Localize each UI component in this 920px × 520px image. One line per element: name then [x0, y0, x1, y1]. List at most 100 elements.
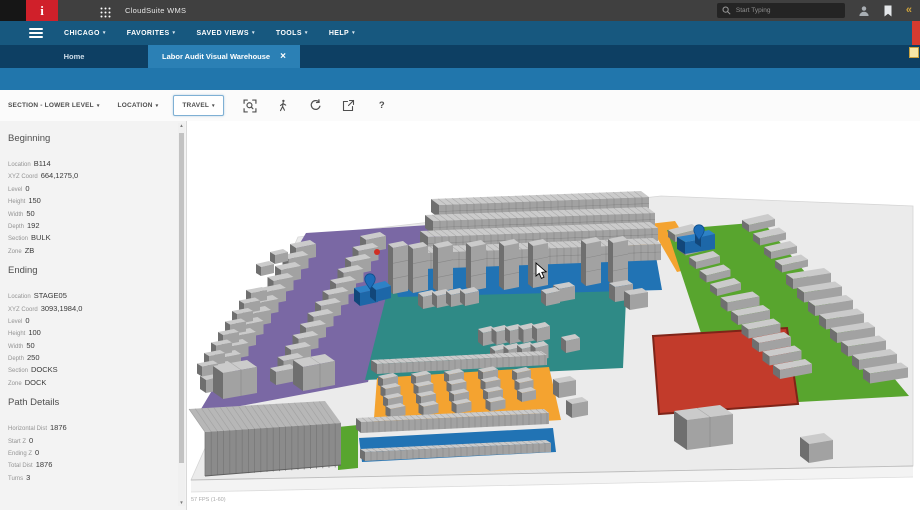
menu-label: FAVORITES: [126, 29, 170, 37]
field-label: Ending Z: [8, 451, 33, 458]
dropdown-label: SECTION - LOWER LEVEL: [8, 102, 94, 109]
field-row: Start Z0: [8, 433, 174, 445]
hamburger-menu-icon[interactable]: [29, 27, 43, 39]
warehouse-3d-viewport[interactable]: 57 FPS (1-60): [187, 121, 920, 515]
help-icon[interactable]: [375, 99, 389, 113]
scroll-down-icon[interactable]: [178, 501, 185, 506]
chevron-down-icon: [305, 30, 308, 36]
tab-labor-audit-visual-warehouse[interactable]: Labor Audit Visual Warehouse: [148, 45, 300, 68]
field-value: 1876: [50, 423, 67, 433]
path-details-panel: Beginning Location B114 XYZ Coord 664,1275,0…: [0, 121, 187, 510]
field-row: Depth 250: [8, 350, 174, 362]
infor-logo[interactable]: i: [26, 0, 58, 21]
location-dropdown[interactable]: LOCATION: [118, 102, 159, 109]
field-label: XYZ Coord: [8, 306, 38, 313]
field-row: Turns 3: [8, 470, 174, 482]
field-label: Level: [8, 318, 23, 325]
field-label: Section: [8, 236, 29, 243]
export-icon[interactable]: [342, 99, 356, 113]
field-value: 3: [26, 472, 31, 482]
field-value: 50: [26, 340, 35, 350]
field-value: 3093,1984,0: [40, 303, 83, 313]
field-value: 250: [27, 353, 40, 363]
field-row: Location STAGE05: [8, 288, 174, 300]
tab-bar: Home Labor Audit Visual Warehouse: [0, 45, 920, 68]
field-row: Location B114: [8, 156, 174, 168]
tab-label: Home: [63, 52, 85, 61]
panel-section: Ending Location STAGE05 XYZ Coord 3093,1984,…: [8, 265, 174, 387]
field-row: Height 150: [8, 193, 174, 205]
panel-section: Path Details Horizontal Dist 1876 Start Z0E…: [8, 397, 174, 482]
panel-content: Beginning Location B114 XYZ Coord 664,1275,0…: [8, 123, 174, 482]
scrollbar-thumb[interactable]: [179, 133, 184, 463]
menu-saved-views[interactable]: SAVED VIEWS: [196, 30, 254, 37]
window-edge: [0, 0, 26, 21]
menu-label: HELP: [328, 29, 350, 37]
refresh-icon[interactable]: [309, 99, 323, 113]
user-icon[interactable]: [858, 5, 870, 17]
field-value: B114: [33, 159, 51, 168]
travel-dropdown[interactable]: TRAVEL: [173, 95, 224, 116]
logo-letter: i: [40, 2, 44, 18]
field-value: 0: [25, 183, 30, 193]
field-value: 664,1275,0: [40, 171, 79, 181]
collapse-panel-icon[interactable]: «: [906, 5, 912, 16]
field-label: Width: [8, 343, 24, 350]
field-row: Total Dist 1876: [8, 457, 174, 469]
tab-home[interactable]: Home: [30, 45, 118, 68]
section-title: Path Details: [8, 397, 60, 409]
section-title: Ending: [8, 265, 38, 277]
search-input[interactable]: Start Typing: [716, 3, 845, 18]
field-value: 150: [28, 196, 41, 206]
field-row: Horizontal Dist 1876: [8, 420, 174, 432]
field-label: Horizontal Dist: [8, 426, 48, 433]
menu-tools[interactable]: TOOLS: [276, 30, 308, 37]
menu-chicago[interactable]: CHICAGO: [64, 30, 106, 37]
panel-scrollbar[interactable]: [178, 123, 185, 506]
tab-label: Labor Audit Visual Warehouse: [162, 52, 271, 61]
close-tab-icon[interactable]: [280, 52, 286, 62]
search-placeholder: Start Typing: [735, 7, 771, 14]
field-row: Ending Z0: [8, 445, 174, 457]
note-icon[interactable]: [909, 47, 919, 58]
menu-label: CHICAGO: [64, 29, 100, 37]
field-value: 0: [29, 435, 34, 445]
field-row: XYZ Coord 664,1275,0: [8, 168, 174, 180]
menu-label: SAVED VIEWS: [196, 29, 249, 37]
field-value: 0: [25, 315, 30, 325]
field-label: Level: [8, 186, 23, 193]
field-row: Section BULK: [8, 230, 174, 242]
field-row: XYZ Coord 3093,1984,0: [8, 301, 174, 313]
field-row: Level 0: [8, 313, 174, 325]
field-row: Section DOCKS: [8, 362, 174, 374]
field-value: ZB: [24, 245, 35, 255]
field-value: 192: [27, 220, 40, 230]
menu-bar: CHICAGO FAVORITES SAVED VIEWS TOOLS HELP: [0, 21, 920, 45]
dock-building: [188, 401, 342, 477]
walk-icon[interactable]: [276, 99, 290, 113]
menu-label: TOOLS: [275, 29, 302, 37]
warehouse-3d-view[interactable]: [187, 121, 920, 515]
field-label: Height: [8, 199, 26, 206]
chevron-down-icon: [156, 103, 159, 109]
chevron-down-icon: [173, 30, 176, 36]
menu-favorites[interactable]: FAVORITES: [127, 30, 176, 37]
dropdown-label: LOCATION: [117, 102, 153, 109]
panel-section: Beginning Location B114 XYZ Coord 664,1275,0…: [8, 133, 174, 255]
bookmark-icon[interactable]: [883, 5, 893, 17]
scroll-up-icon[interactable]: [178, 124, 185, 129]
field-label: Section: [8, 368, 29, 375]
menu-help[interactable]: HELP: [329, 30, 355, 37]
chevron-down-icon: [97, 103, 100, 109]
page-sub-header: [0, 68, 920, 90]
field-label: Total Dist: [8, 463, 33, 470]
field-value: DOCKS: [31, 365, 58, 375]
field-row: Zone ZB: [8, 243, 174, 255]
field-label: Depth: [8, 356, 25, 363]
field-value: STAGE05: [33, 291, 67, 301]
zoom-fit-icon[interactable]: [243, 98, 257, 113]
field-label: Depth: [8, 223, 25, 230]
fps-counter: 57 FPS (1-60): [191, 497, 226, 503]
app-grid-icon[interactable]: [100, 5, 111, 18]
section-dropdown[interactable]: SECTION - LOWER LEVEL: [8, 102, 100, 109]
